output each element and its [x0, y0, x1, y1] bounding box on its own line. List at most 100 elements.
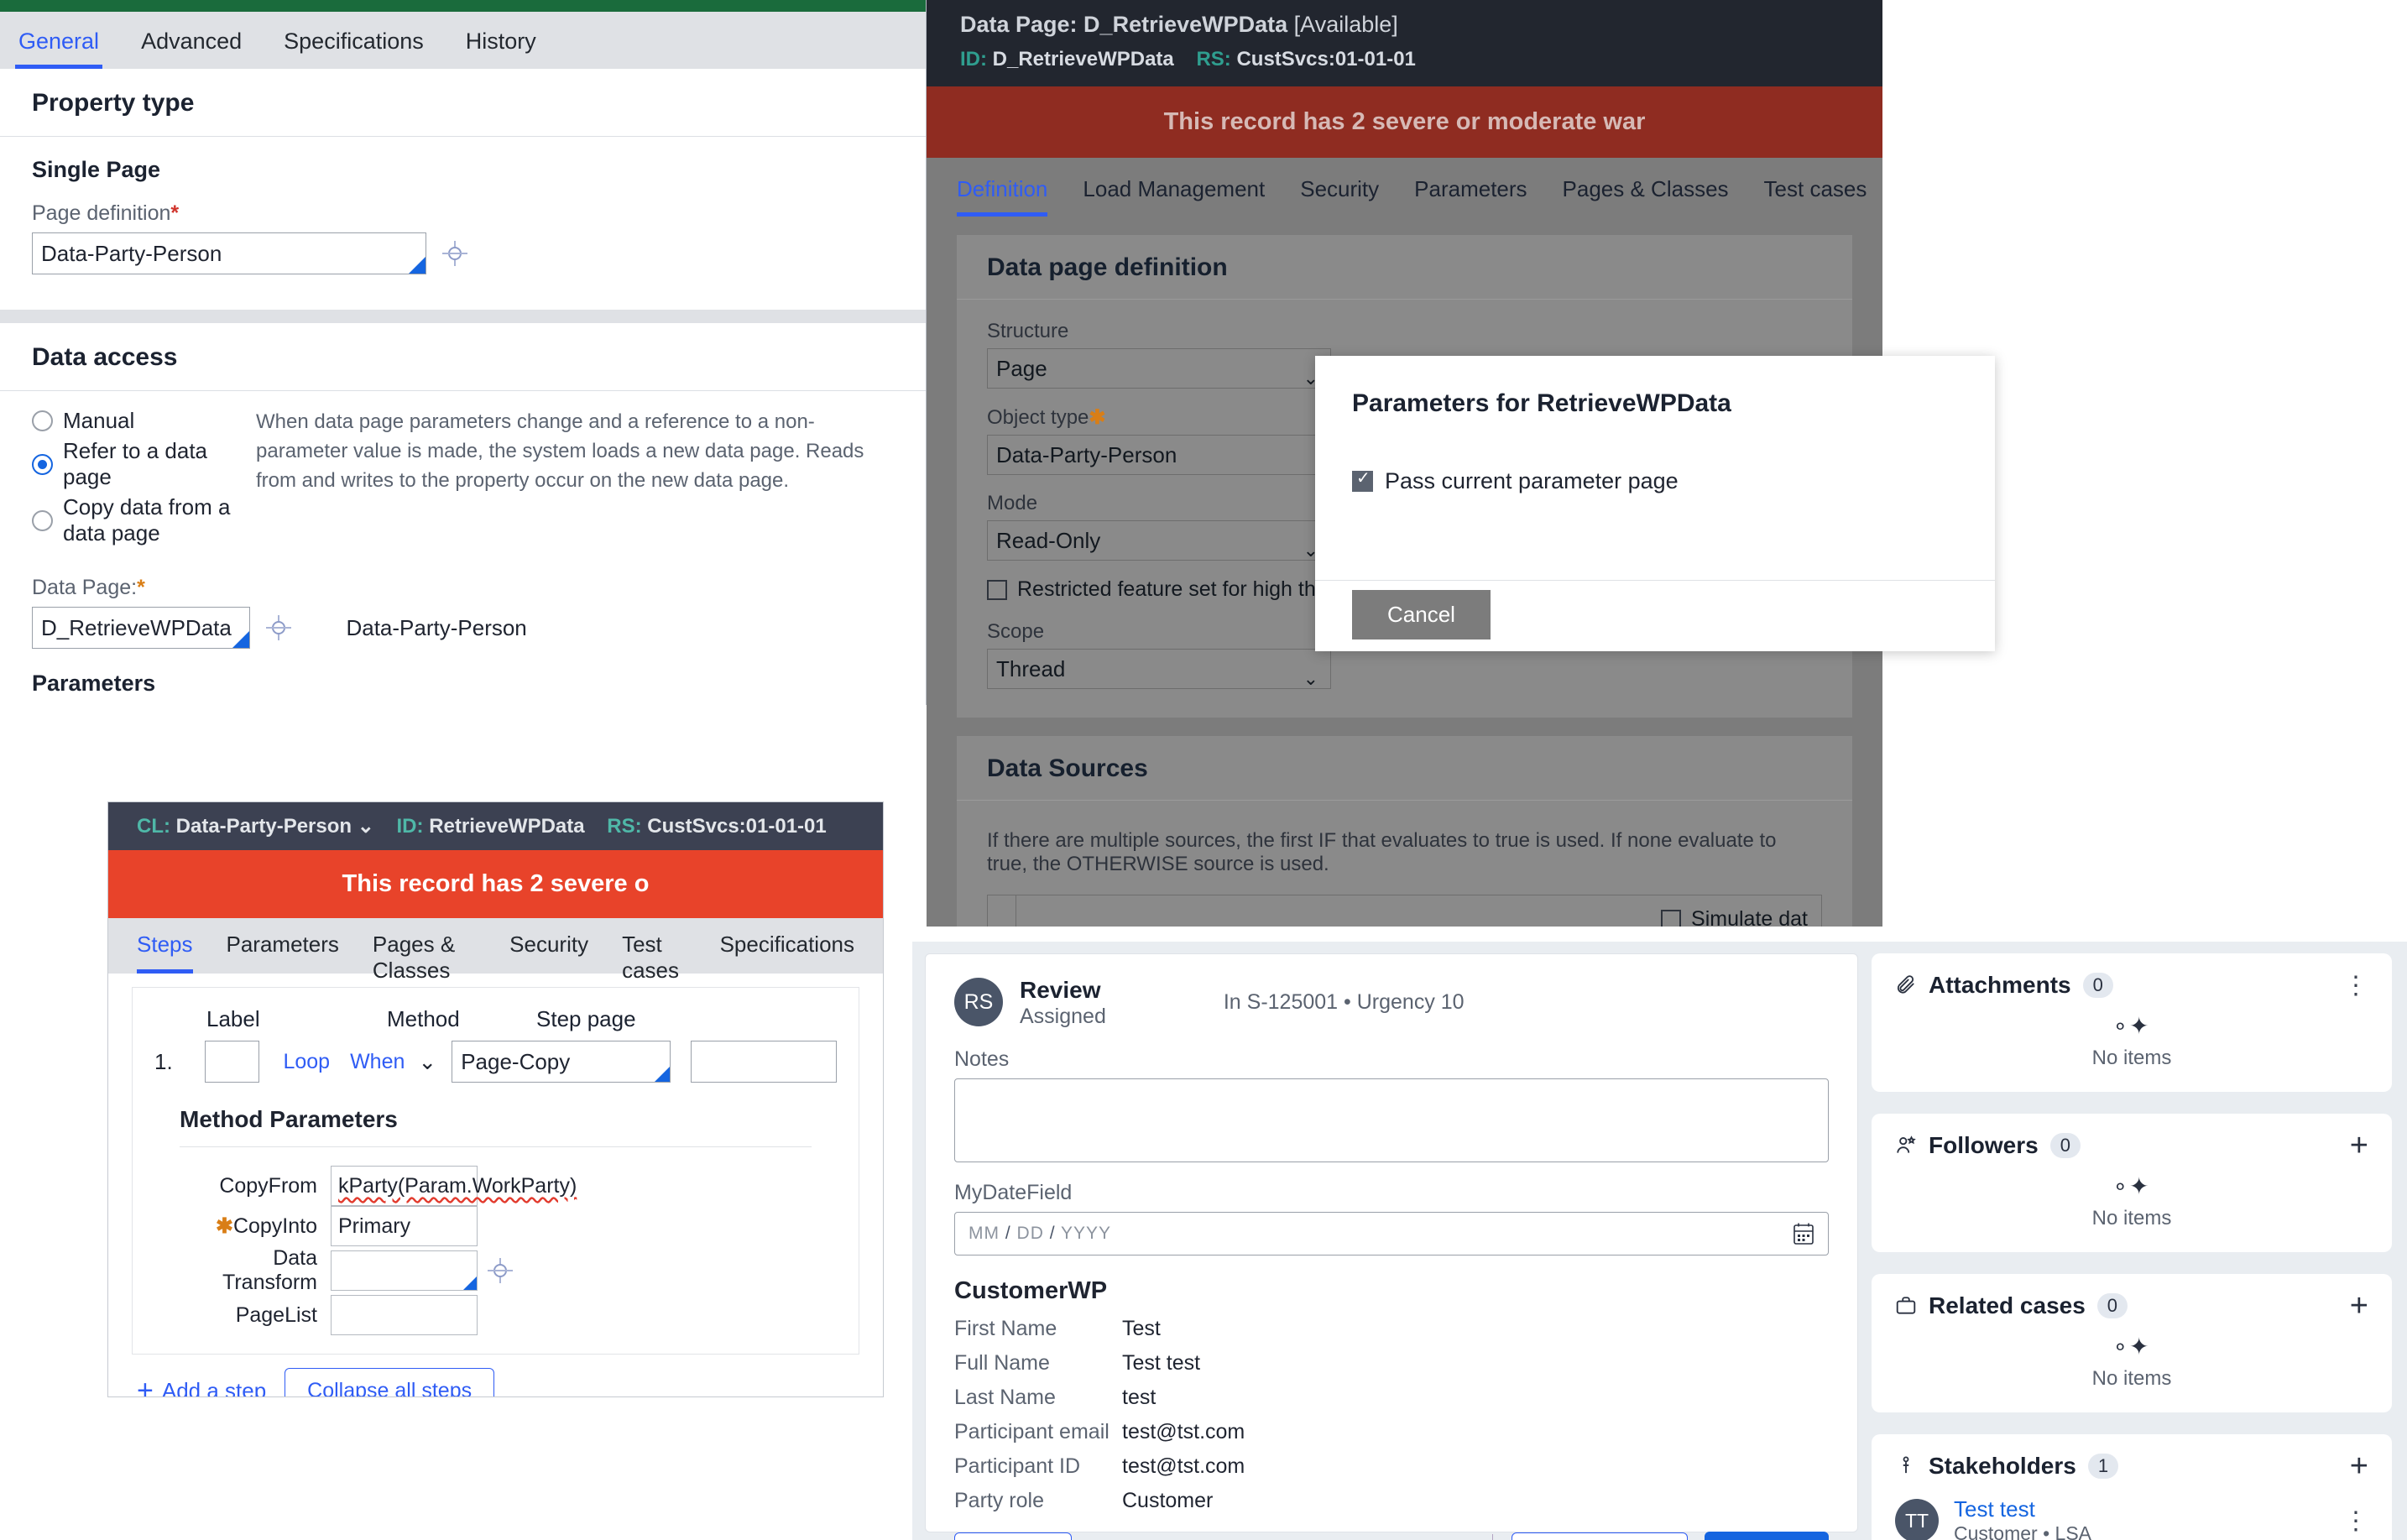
- tab-parameters[interactable]: Parameters: [227, 932, 339, 974]
- copyinto-input[interactable]: Primary: [331, 1206, 478, 1246]
- tab-specifications[interactable]: Specifications: [280, 30, 427, 69]
- pass-current-parameter-page-checkbox[interactable]: [1352, 470, 1373, 492]
- chevron-down-icon[interactable]: ⌄: [358, 815, 374, 838]
- mydatefield-input[interactable]: MM / DD / YYYY: [954, 1211, 1829, 1255]
- add-step-button[interactable]: + Add a step: [137, 1376, 266, 1396]
- tab-general[interactable]: General: [15, 30, 103, 69]
- data-page-class-text: Data-Party-Person: [346, 614, 527, 640]
- followers-card: Followers 0 + ∘✦ No items: [1872, 1114, 2392, 1252]
- notes-textarea[interactable]: [954, 1078, 1829, 1162]
- tab-steps[interactable]: Steps: [137, 932, 193, 974]
- data-page-warning-banner[interactable]: This record has 2 severe or moderate war: [927, 86, 1882, 158]
- simulate-data-checkbox[interactable]: [1661, 909, 1682, 927]
- copyinto-label-text: CopyInto: [232, 1214, 317, 1238]
- modal-pass-param-row[interactable]: Pass current parameter page: [1315, 418, 1995, 494]
- tab-security[interactable]: Security: [1300, 176, 1379, 217]
- participant-email-value: test@tst.com: [1122, 1419, 1245, 1443]
- data-transform-label: Data Transform: [222, 1246, 317, 1294]
- open-data-transform-icon[interactable]: [488, 1258, 513, 1283]
- calendar-icon[interactable]: [1793, 1222, 1814, 1245]
- tab-pages-classes[interactable]: Pages & Classes: [373, 932, 476, 983]
- smart-prompt-corner-icon: [232, 631, 249, 648]
- collapse-all-steps-button[interactable]: Collapse all steps: [285, 1368, 495, 1396]
- stakeholder-list-item[interactable]: TT Test test Customer • LSA ⋮: [1895, 1496, 2368, 1540]
- activity-header: CL: Data-Party-Person ⌄ ID: RetrieveWPDa…: [108, 802, 883, 850]
- radio-dot-selected: [32, 453, 53, 475]
- scope-select[interactable]: Thread ⌄: [987, 649, 1331, 689]
- save-for-later-button[interactable]: Save for later: [1511, 1532, 1689, 1540]
- open-data-page-icon[interactable]: [266, 615, 292, 640]
- step-page-input[interactable]: [691, 1041, 838, 1083]
- tab-load-management[interactable]: Load Management: [1083, 176, 1265, 217]
- radio-dot: [32, 509, 53, 531]
- object-type-input[interactable]: Data-Party-Person: [987, 435, 1331, 475]
- cancel-button[interactable]: Cancel: [954, 1532, 1072, 1540]
- followers-empty-text: No items: [2091, 1207, 2172, 1229]
- add-follower-icon[interactable]: +: [2350, 1130, 2368, 1162]
- when-link[interactable]: When: [350, 1050, 405, 1074]
- property-type-header: Property type: [0, 69, 926, 137]
- radio-manual[interactable]: Manual: [32, 408, 231, 434]
- assignment-title: Review: [1020, 977, 1101, 1003]
- step-label-input[interactable]: [204, 1041, 260, 1083]
- tab-parameters[interactable]: Parameters: [1414, 176, 1527, 217]
- tab-history[interactable]: History: [462, 30, 540, 69]
- assignment-form: RS Review Assigned In S-125001 • Urgency…: [925, 953, 1858, 1540]
- property-tabstrip: General Advanced Specifications History: [0, 12, 926, 69]
- parameters-modal: Parameters for RetrieveWPData Pass curre…: [1315, 356, 1995, 651]
- data-sources-card: Data Sources If there are multiple sourc…: [957, 736, 1852, 927]
- tab-definition[interactable]: Definition: [957, 176, 1048, 217]
- tab-pages-classes[interactable]: Pages & Classes: [1563, 176, 1729, 217]
- copyfrom-input[interactable]: kParty(Param.WorkParty): [331, 1166, 577, 1206]
- simulate-data-row[interactable]: Simulate dat: [1030, 907, 1808, 927]
- open-target-icon[interactable]: [442, 241, 468, 266]
- activity-rule-panel: CL: Data-Party-Person ⌄ ID: RetrieveWPDa…: [107, 801, 884, 1397]
- tab-specifications[interactable]: Specifications: [720, 932, 854, 974]
- tab-security[interactable]: Security: [509, 932, 588, 974]
- stakeholders-title: Stakeholders: [1929, 1453, 2076, 1479]
- tab-advanced[interactable]: Advanced: [138, 30, 245, 69]
- steps-body: Label Method Step page 1. Loop When ⌄ Pa…: [132, 987, 859, 1355]
- loop-link[interactable]: Loop: [283, 1050, 330, 1074]
- tab-test-cases[interactable]: Test cases: [622, 932, 686, 983]
- followers-title: Followers: [1929, 1132, 2039, 1158]
- mode-select[interactable]: Read-Only ⌄: [987, 520, 1331, 561]
- required-asterisk: ✱: [215, 1214, 233, 1238]
- copyfrom-value: kParty(Param.WorkParty): [338, 1174, 577, 1198]
- add-stakeholder-icon[interactable]: +: [2350, 1450, 2368, 1482]
- date-yyyy: YYYY: [1061, 1223, 1112, 1243]
- data-page-input[interactable]: D_RetrieveWPData: [32, 607, 250, 649]
- radio-copy-data-page[interactable]: Copy data from a data page: [32, 494, 231, 546]
- stakeholder-name[interactable]: Test test: [1954, 1496, 2091, 1522]
- restricted-feature-checkbox[interactable]: [987, 579, 1007, 600]
- data-transform-input[interactable]: [331, 1250, 478, 1291]
- step-row: 1. Loop When ⌄ Page-Copy: [154, 1041, 838, 1083]
- sparkle-icon: ∘✦: [2112, 1013, 2151, 1039]
- modal-cancel-button[interactable]: Cancel: [1352, 590, 1491, 639]
- mydatefield-label: MyDateField: [954, 1180, 1073, 1204]
- stakeholder-menu-icon[interactable]: ⋮: [2343, 1508, 2368, 1533]
- attachments-menu-icon[interactable]: ⋮: [2343, 973, 2368, 998]
- field-row: First Name Test: [954, 1317, 1829, 1341]
- add-related-case-icon[interactable]: +: [2350, 1290, 2368, 1322]
- sparkle-icon: ∘✦: [2112, 1334, 2151, 1360]
- tab-test-cases[interactable]: Test cases: [1764, 176, 1867, 217]
- required-asterisk: *: [170, 201, 180, 225]
- radio-manual-label: Manual: [63, 408, 135, 433]
- pagelist-input[interactable]: [331, 1295, 478, 1335]
- data-page-label: Data Page:*: [32, 576, 894, 600]
- activity-warning-banner[interactable]: This record has 2 severe o: [108, 850, 883, 918]
- smart-prompt-corner-icon: [655, 1067, 671, 1082]
- stakeholder-meta: Customer • LSA: [1954, 1522, 2091, 1540]
- submit-button[interactable]: Submit: [1705, 1531, 1829, 1540]
- rs-key: RS:: [1196, 48, 1231, 70]
- rs-value: CustSvcs:01-01-01: [1236, 48, 1416, 70]
- followers-empty-state: ∘✦ No items: [1895, 1159, 2368, 1234]
- party-role-label: Party role: [954, 1488, 1044, 1512]
- chevron-down-icon[interactable]: ⌄: [418, 1049, 436, 1075]
- method-input[interactable]: Page-Copy: [452, 1041, 671, 1083]
- radio-refer-data-page[interactable]: Refer to a data page: [32, 438, 231, 490]
- page-definition-input[interactable]: Data-Party-Person: [32, 232, 426, 274]
- structure-select[interactable]: Page ⌄: [987, 348, 1331, 389]
- data-access-radio-group: Manual Refer to a data page Copy data fr…: [32, 408, 231, 551]
